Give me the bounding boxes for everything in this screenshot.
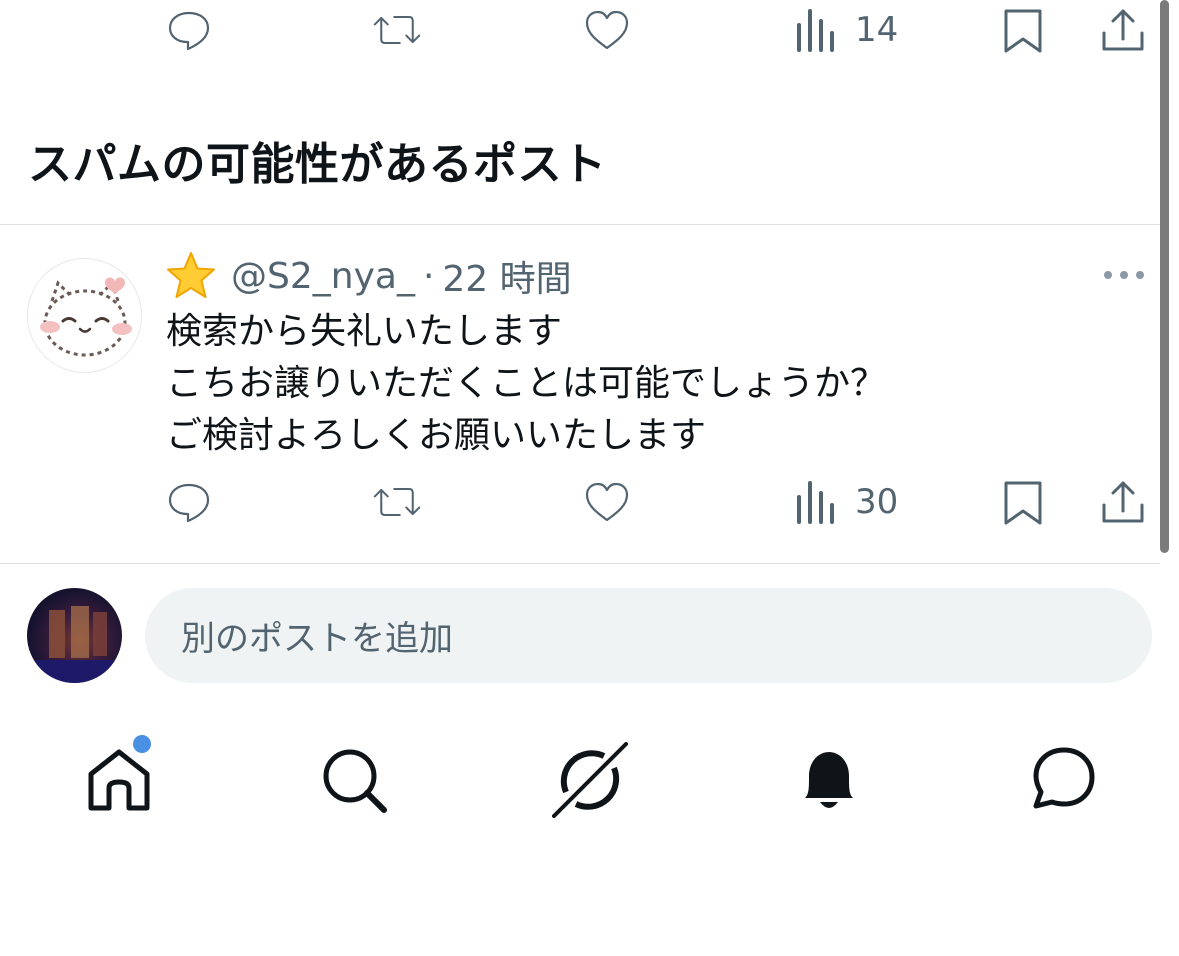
reply-icon xyxy=(168,483,210,523)
divider xyxy=(0,224,1160,225)
repost-icon xyxy=(373,488,421,516)
bell-icon xyxy=(805,752,853,808)
more-icon[interactable] xyxy=(1100,265,1148,285)
repost-button[interactable] xyxy=(372,472,422,532)
cat-avatar-illustration xyxy=(40,277,132,357)
bookmark-icon xyxy=(1004,481,1042,525)
like-button[interactable] xyxy=(582,472,632,532)
home-icon xyxy=(88,749,150,811)
views-count: 14 xyxy=(855,10,899,50)
post-handle[interactable]: @S2_nya_ xyxy=(231,256,415,297)
bookmark-icon xyxy=(1004,9,1042,53)
repost-button[interactable] xyxy=(372,0,422,60)
share-button[interactable] xyxy=(1098,472,1148,532)
tab-notifications[interactable] xyxy=(791,742,867,818)
like-icon xyxy=(585,10,629,50)
post-header: @S2_nya_ · 22 時間 xyxy=(165,252,572,300)
add-post-placeholder: 別のポストを追加 xyxy=(181,619,453,659)
views-button[interactable]: 14 xyxy=(793,0,898,60)
post-text-line: ご検討よろしくお願いいたします xyxy=(166,415,707,456)
user-avatar[interactable] xyxy=(27,588,122,683)
post-action-bar: 30 xyxy=(0,472,1160,532)
share-icon xyxy=(1102,481,1144,523)
section-title: スパムの可能性があるポスト xyxy=(28,139,607,190)
grok-icon xyxy=(552,742,628,818)
like-icon xyxy=(585,482,629,522)
divider xyxy=(0,563,1160,564)
tab-grok[interactable] xyxy=(552,742,628,818)
reply-button[interactable] xyxy=(164,0,214,60)
reply-icon xyxy=(168,11,210,51)
post-timestamp[interactable]: 22 時間 xyxy=(442,250,571,302)
messages-icon xyxy=(1033,747,1095,809)
share-button[interactable] xyxy=(1098,0,1148,60)
avatar[interactable] xyxy=(27,258,142,373)
repost-icon xyxy=(373,16,421,44)
tab-messages[interactable] xyxy=(1026,742,1102,818)
reply-button[interactable] xyxy=(164,472,214,532)
post-text-line: こちお譲りいただくことは可能でしょうか？ xyxy=(166,363,887,404)
screen: 14 スパムの可能性があるポスト @S2_nya_ · 22 時間 検索から失礼… xyxy=(0,0,1179,956)
add-post-input[interactable]: 別のポストを追加 xyxy=(145,588,1152,683)
scrollbar[interactable] xyxy=(1160,0,1169,553)
tab-home[interactable] xyxy=(81,742,157,818)
star-emoji-icon xyxy=(167,252,215,298)
tab-search[interactable] xyxy=(316,742,392,818)
views-count: 30 xyxy=(855,482,899,522)
bookmark-button[interactable] xyxy=(998,0,1048,60)
post-text: 検索から失礼いたします こちお譲りいただくことは可能でしょうか？ ご検討よろしく… xyxy=(166,306,886,462)
notification-dot xyxy=(133,735,151,753)
like-button[interactable] xyxy=(582,0,632,60)
top-action-bar: 14 xyxy=(0,0,1160,60)
bookmark-button[interactable] xyxy=(998,472,1048,532)
header-separator: · xyxy=(422,255,435,297)
post-text-line: 検索から失礼いたします xyxy=(166,311,563,352)
views-icon xyxy=(797,481,834,524)
search-icon xyxy=(323,749,387,813)
share-icon xyxy=(1102,9,1144,51)
user-avatar-photo xyxy=(27,606,122,683)
views-icon xyxy=(797,9,834,52)
views-button[interactable]: 30 xyxy=(793,472,898,532)
